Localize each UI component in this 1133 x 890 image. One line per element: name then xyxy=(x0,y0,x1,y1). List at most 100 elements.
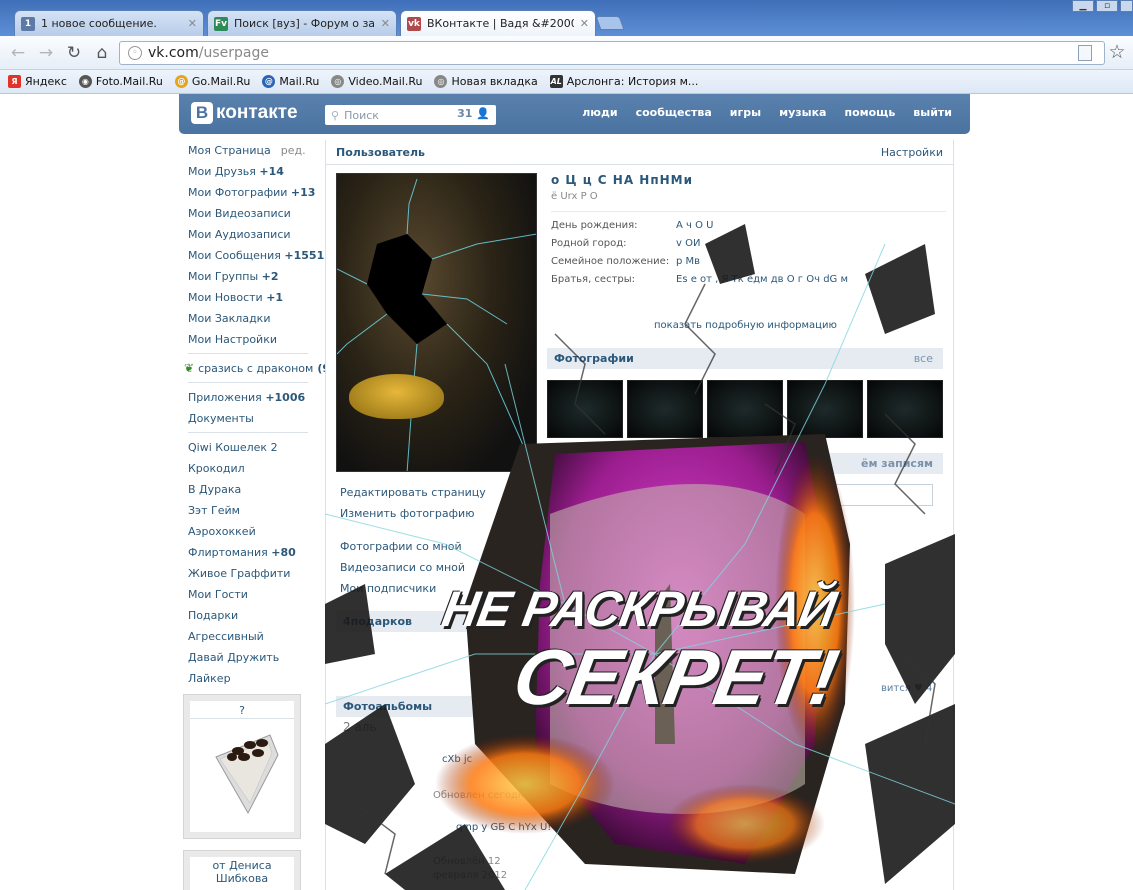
photo-thumbnail[interactable] xyxy=(787,380,863,438)
info-label: Родной город: xyxy=(551,238,627,249)
bookmark-item[interactable]: @ Go.Mail.Ru xyxy=(174,75,250,88)
menu-audios[interactable]: Мои Аудиозаписи xyxy=(188,224,318,245)
menu-app-gifts[interactable]: Подарки xyxy=(188,605,318,626)
ad-widget-coffee[interactable]: ? xyxy=(183,694,301,839)
vk-logo[interactable]: В контакте xyxy=(191,102,298,124)
wall-post-text: q np y GБ C hYx U! xyxy=(456,822,552,833)
home-icon[interactable]: ⌂ xyxy=(91,42,113,64)
menu-label: Аэрохоккей xyxy=(188,525,256,538)
photo-thumbnail[interactable] xyxy=(707,380,783,438)
menu-app-qiwi[interactable]: Qiwi Кошелек 2 xyxy=(188,437,318,458)
menu-label: Мои Аудиозаписи xyxy=(188,228,291,241)
close-icon[interactable]: ✕ xyxy=(188,17,197,30)
menu-groups[interactable]: Мои Группы +2 xyxy=(188,266,318,287)
menu-app-airhockey[interactable]: Аэрохоккей xyxy=(188,521,318,542)
info-value[interactable]: А ч О U xyxy=(676,220,713,238)
bookmark-item[interactable]: ◉ Foto.Mail.Ru xyxy=(78,75,163,88)
edit-page-link[interactable]: Редактировать страницу xyxy=(340,482,520,503)
menu-app-graffiti[interactable]: Живое Граффити xyxy=(188,563,318,584)
menu-apps[interactable]: Приложения +1006 xyxy=(188,387,318,408)
info-value[interactable]: v ОИ xyxy=(676,238,700,256)
menu-news[interactable]: Мои Новости +1 xyxy=(188,287,318,308)
maximize-button[interactable]: ▫ xyxy=(1096,0,1118,12)
photo-thumbnail[interactable] xyxy=(627,380,703,438)
menu-count: +1006 xyxy=(265,391,306,404)
menu-app-liker[interactable]: Лайкер xyxy=(188,668,318,689)
info-divider xyxy=(551,211,946,212)
menu-app-zetgame[interactable]: Зэт Гейм xyxy=(188,500,318,521)
menu-documents[interactable]: Документы xyxy=(188,408,318,429)
tab-messages[interactable]: 1 1 новое сообщение. ✕ xyxy=(14,10,204,36)
bookmark-item[interactable]: ◎ Video.Mail.Ru xyxy=(331,75,422,88)
bookmark-item[interactable]: Я Яндекс xyxy=(8,75,67,88)
tab-title: Поиск [вуз] - Форум о зарабо xyxy=(234,17,375,30)
like-count[interactable]: вится ♥ 4 xyxy=(881,683,932,694)
menu-videos[interactable]: Мои Видеозаписи xyxy=(188,203,318,224)
menu-app-friendship[interactable]: Давай Дружить xyxy=(188,647,318,668)
videos-with-me-link[interactable]: Видеозаписи со мной xyxy=(340,557,520,578)
menu-app-durak[interactable]: В Дурака xyxy=(188,479,318,500)
photos-all-link[interactable]: все xyxy=(914,352,933,365)
edit-link[interactable]: ред. xyxy=(281,144,306,157)
albums-count: 2 аль xyxy=(343,720,377,734)
wall-header[interactable]: ём записям xyxy=(551,453,943,474)
menu-app-crocodile[interactable]: Крокодил xyxy=(188,458,318,479)
close-window-button[interactable] xyxy=(1120,0,1133,12)
close-icon[interactable]: ✕ xyxy=(381,17,390,30)
profile-avatar[interactable] xyxy=(336,173,537,472)
bookmark-star-icon[interactable]: ☆ xyxy=(1106,41,1128,63)
nav-people[interactable]: люди xyxy=(582,106,617,119)
profile-settings-link[interactable]: Настройки xyxy=(881,146,943,159)
menu-messages[interactable]: Мои Сообщения +1551 xyxy=(188,245,324,266)
bookmark-label: Mail.Ru xyxy=(279,75,320,88)
nav-communities[interactable]: сообщества xyxy=(636,106,712,119)
gifts-section-header[interactable]: 4подарков xyxy=(336,611,536,632)
forward-arrow-icon[interactable]: → xyxy=(35,42,57,64)
back-arrow-icon[interactable]: ← xyxy=(7,42,29,64)
nav-logout[interactable]: выйти xyxy=(913,106,952,119)
menu-app-guests[interactable]: Мои Гости xyxy=(188,584,318,605)
bookmark-label: Арслонга: История м... xyxy=(566,75,699,88)
bookmark-item[interactable]: AL Арслонга: История м... xyxy=(549,75,699,88)
menu-app-aggressive[interactable]: Агрессивный xyxy=(188,626,318,647)
show-more-link[interactable]: показать подробную информацию xyxy=(654,320,837,331)
tab-forum[interactable]: Fv Поиск [вуз] - Форум о зарабо ✕ xyxy=(207,10,397,36)
menu-label: Живое Граффити xyxy=(188,567,291,580)
nav-help[interactable]: помощь xyxy=(844,106,895,119)
menu-app-flirtomania[interactable]: Флиртомания +80 xyxy=(188,542,318,563)
profile-header-user[interactable]: Пользователь xyxy=(336,146,425,159)
close-icon[interactable]: ✕ xyxy=(580,17,589,30)
minimize-button[interactable]: ▁ xyxy=(1072,0,1094,12)
menu-label: Подарки xyxy=(188,609,239,622)
info-value[interactable]: р Мв xyxy=(676,256,700,274)
albums-section-header[interactable]: Фотоальбомы xyxy=(336,696,536,717)
nav-games[interactable]: игры xyxy=(730,106,761,119)
menu-my-page[interactable]: Моя Страница ред. xyxy=(188,140,318,161)
menu-friends[interactable]: Мои Друзья +14 xyxy=(188,161,318,182)
page-action-icon[interactable] xyxy=(1078,45,1092,61)
reload-icon[interactable]: ↻ xyxy=(63,42,85,64)
bookmark-item[interactable]: @ Mail.Ru xyxy=(262,75,319,88)
photo-thumbnail[interactable] xyxy=(547,380,623,438)
photo-thumbnail[interactable] xyxy=(867,380,943,438)
menu-photos[interactable]: Мои Фотографии +13 xyxy=(188,182,318,203)
photos-section-header[interactable]: Фотографии все xyxy=(547,348,943,369)
profile-status[interactable]: ё Urx Р О xyxy=(551,191,946,211)
wall-post-input[interactable] xyxy=(563,484,933,506)
tab-vkontakte[interactable]: vk ВКонтакте | Вадя &#200000 ✕ xyxy=(400,10,596,36)
menu-settings[interactable]: Мои Настройки xyxy=(188,329,318,350)
ad-widget-denis[interactable]: от Дениса Шибкова xyxy=(183,850,301,890)
info-value[interactable]: Es е от , Я Тк ёдм дв О г Оч dG м xyxy=(676,274,848,292)
change-photo-link[interactable]: Изменить фотографию xyxy=(340,503,520,524)
menu-dragon-app[interactable]: ❦сразись с драконом(9) xyxy=(184,358,335,379)
nav-music[interactable]: музыка xyxy=(779,106,826,119)
menu-bookmarks[interactable]: Мои Закладки xyxy=(188,308,318,329)
info-row-birthday: День рождения: А ч О U xyxy=(551,220,946,238)
new-tab-button[interactable] xyxy=(595,16,625,30)
bookmark-item[interactable]: ◎ Новая вкладка xyxy=(434,75,538,88)
search-input[interactable]: ⚲ Поиск 31 👤 xyxy=(325,105,496,125)
address-bar[interactable]: ◦ vk.com/userpage xyxy=(119,41,1105,65)
my-subscribers-link[interactable]: Мои подписчики xyxy=(340,578,520,599)
wall-post-date: февраля 2012 xyxy=(433,870,508,881)
photos-with-me-link[interactable]: Фотографии со мной xyxy=(340,536,520,557)
